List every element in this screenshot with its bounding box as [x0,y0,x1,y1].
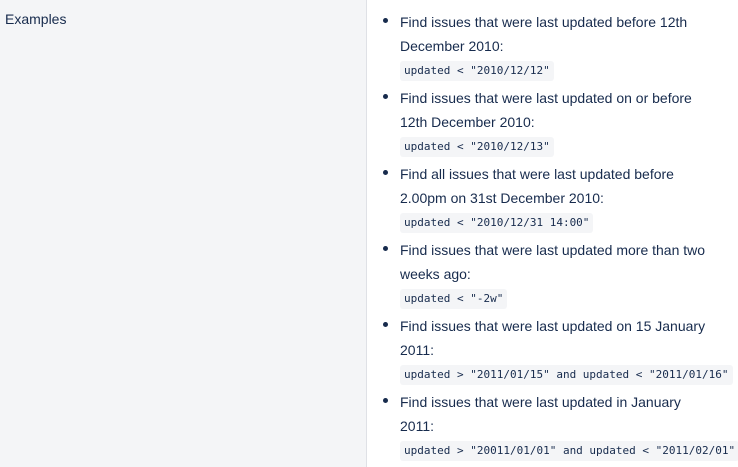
example-item: Find issues that were last updated in Ja… [367,390,738,461]
examples-heading-cell: Examples [0,0,367,467]
bullet-icon [383,322,388,327]
examples-content-cell: Find issues that were last updated befor… [367,0,738,467]
jql-code-snippet: updated > "20011/01/01" and updated < "2… [400,441,738,461]
example-description: Find issues that were last updated more … [400,242,706,282]
examples-table-row: Examples Find issues that were last upda… [0,0,738,467]
bullet-icon [383,18,388,23]
example-description: Find issues that were last updated befor… [400,14,688,54]
jql-code-snippet: updated < "2010/12/31 14:00" [400,213,594,233]
example-description: Find issues that were last updated on or… [400,90,692,130]
example-item: Find issues that were last updated on or… [367,86,710,157]
bullet-icon [383,94,388,99]
example-item: Find issues that were last updated more … [367,238,710,309]
bullet-icon [383,246,388,251]
example-item: Find all issues that were last updated b… [367,162,710,233]
bullet-icon [383,398,388,403]
examples-heading: Examples [5,11,67,27]
jql-code-snippet: updated < "2010/12/12" [400,61,554,81]
example-description: Find issues that were last updated in Ja… [400,394,681,434]
jql-code-snippet: updated < "-2w" [400,289,508,309]
example-item: Find issues that were last updated befor… [367,10,710,81]
example-description: Find all issues that were last updated b… [400,166,674,206]
jql-code-snippet: updated < "2010/12/13" [400,137,554,157]
example-description: Find issues that were last updated on 15… [400,318,706,358]
jql-code-snippet: updated > "2011/01/15" and updated < "20… [400,365,733,385]
bullet-icon [383,170,388,175]
example-item: Find issues that were last updated on 15… [367,314,733,385]
